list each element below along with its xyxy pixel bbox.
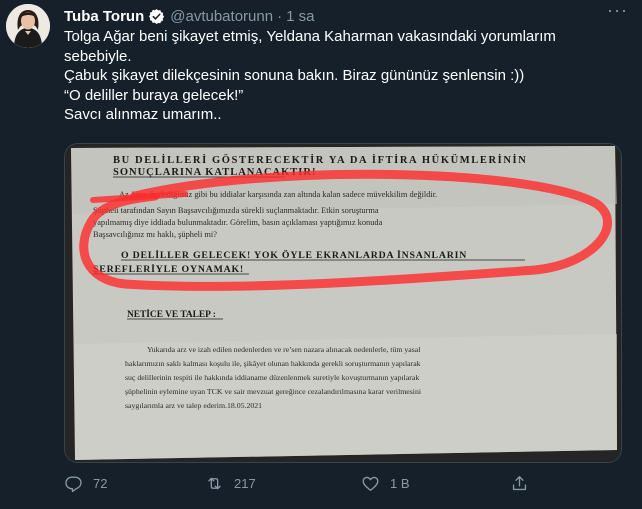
verified-badge-icon xyxy=(149,8,165,24)
tweet-actions: 72 217 1 B xyxy=(64,474,584,498)
share-icon xyxy=(512,476,527,491)
retweet-icon xyxy=(208,477,221,490)
tweet-header: Tuba Torun @avtubatorunn · 1 sa xyxy=(64,6,632,26)
tweet-timestamp[interactable]: 1 sa xyxy=(286,8,314,25)
doc-body-line4: şüphelinin eylemine uyan TCK ve sair mev… xyxy=(125,387,422,396)
doc-section-title: NETİCE VE TALEP : xyxy=(127,308,216,320)
like-icon xyxy=(362,476,379,491)
retweet-count: 217 xyxy=(234,476,256,491)
doc-caps-line1: O DELİLLER GELECEK! YOK ÖYLE EKRANLARDA … xyxy=(121,248,467,261)
retweet-button[interactable]: 217 xyxy=(205,474,256,493)
avatar[interactable] xyxy=(6,4,50,48)
reply-button[interactable]: 72 xyxy=(64,474,107,493)
doc-body-line3: suç delillerinin tespiti ile hakkında id… xyxy=(125,373,419,382)
doc-body-line1: Yukarıda arz ve izah edilen nedenlerden … xyxy=(147,345,421,354)
author-name[interactable]: Tuba Torun xyxy=(64,8,144,25)
tweet-image[interactable]: BU DELİLLERİ GÖSTERECEKTİR YA DA İFTİRA … xyxy=(64,143,622,463)
doc-body-line5: saygılarımla arz ve talep ederim.18.05.2… xyxy=(125,401,262,410)
avatar-photo xyxy=(6,4,50,48)
tweet-card[interactable]: Tuba Torun @avtubatorunn · 1 sa ··· Tolg… xyxy=(0,0,642,509)
author-handle[interactable]: @avtubatorunn xyxy=(170,8,273,25)
like-count: 1 B xyxy=(390,476,410,491)
reply-count: 72 xyxy=(93,476,108,491)
doc-para-line3: yapılmamış diye iddiada bulunmaktadır. G… xyxy=(93,218,383,227)
tweet-text: Tolga Ağar beni şikayet etmiş, Yeldana K… xyxy=(64,28,556,123)
document-photo: BU DELİLLERİ GÖSTERECEKTİR YA DA İFTİRA … xyxy=(65,144,621,462)
doc-body-line2: haklarımızın saklı kalması koşulu ile, ş… xyxy=(125,359,421,368)
doc-heading-line1: BU DELİLLERİ GÖSTERECEKTİR YA DA İFTİRA … xyxy=(113,153,527,166)
doc-para-line2: Şüpheli tarafından Sayın Başsavcılığımız… xyxy=(93,206,379,215)
share-button[interactable] xyxy=(510,474,539,493)
reply-icon xyxy=(65,476,82,493)
header-separator: · xyxy=(277,7,283,25)
doc-caps-line2: ŞEREFLERİYLE OYNAMAK! xyxy=(93,263,244,275)
more-options-icon[interactable]: ··· xyxy=(607,0,628,21)
like-button[interactable]: 1 B xyxy=(361,474,410,493)
doc-para-line4: Başsavcılığınız mı haklı, şüpheli mi? xyxy=(93,230,217,239)
